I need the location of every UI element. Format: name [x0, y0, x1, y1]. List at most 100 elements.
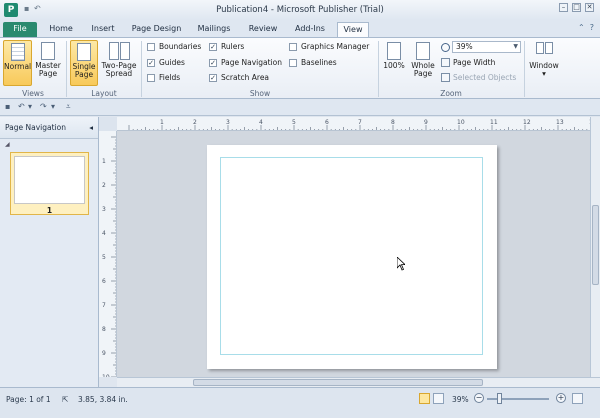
- minimize-button[interactable]: –: [559, 3, 568, 12]
- expand-section-icon[interactable]: ◢: [0, 139, 98, 150]
- show-group-label: Show: [249, 89, 271, 98]
- ribbon-help-controls: ⌃ ?: [578, 23, 594, 32]
- checkbox-checked-icon: ✓: [147, 58, 155, 67]
- ruler-label: 1: [160, 119, 164, 126]
- ruler-label: 9: [102, 350, 106, 357]
- nav-pane-header: Page Navigation ◂: [0, 117, 98, 139]
- vertical-ruler[interactable]: 1 2 3 4 5 6 7 8 9 10: [99, 131, 117, 377]
- ribbon-tab-bar: File Home Insert Page Design Mailings Re…: [0, 20, 600, 37]
- ruler-corner[interactable]: [99, 117, 117, 131]
- save-icon[interactable]: ▪: [5, 102, 10, 111]
- master-page-button[interactable]: Master Page: [33, 40, 63, 86]
- ruler-label: 13: [556, 119, 564, 126]
- page-width-button[interactable]: Page Width: [441, 58, 495, 67]
- guides-checkbox[interactable]: ✓ Guides: [147, 58, 185, 67]
- thumbnail-page-number: 1: [46, 206, 53, 215]
- redo-icon[interactable]: ↷: [40, 102, 47, 111]
- checkbox-checked-icon: ✓: [209, 42, 217, 51]
- two-page-view-button[interactable]: [433, 393, 444, 404]
- boundaries-checkbox[interactable]: Boundaries: [147, 42, 201, 51]
- ruler-label: 3: [102, 206, 106, 213]
- status-bar: Page: 1 of 1 ⇱ 3.85, 3.84 in. 39% − +: [0, 387, 600, 418]
- scratch-area[interactable]: [117, 131, 590, 377]
- vertical-ruler-ticks: 1 2 3 4 5 6 7 8 9 10: [102, 136, 116, 377]
- single-page-view-button[interactable]: [419, 393, 430, 404]
- tab-insert[interactable]: Insert: [84, 22, 122, 37]
- window-title: Publication4 - Microsoft Publisher (Tria…: [216, 5, 384, 15]
- tab-view[interactable]: View: [337, 22, 369, 37]
- close-button[interactable]: ✕: [585, 3, 594, 12]
- horizontal-scrollbar[interactable]: [117, 377, 600, 387]
- normal-view-button[interactable]: Normal: [3, 40, 32, 86]
- margin-guides: [220, 157, 483, 355]
- page-indicator[interactable]: Page: 1 of 1: [6, 395, 51, 404]
- magnifier-icon: [441, 43, 450, 52]
- publication-page[interactable]: [207, 145, 497, 369]
- undo-icon[interactable]: ↶: [18, 102, 25, 111]
- chevron-down-icon: ▾: [542, 69, 546, 78]
- group-separator: [141, 41, 142, 97]
- group-separator: [378, 41, 379, 97]
- ruler-label: 2: [193, 119, 197, 126]
- ribbon-collapse-icon[interactable]: ⌃: [578, 23, 585, 32]
- horizontal-ruler-ticks: 1234567891011121314: [128, 119, 590, 130]
- tab-mailings[interactable]: Mailings: [190, 22, 238, 37]
- two-page-spread-button[interactable]: Two-Page Spread: [100, 40, 138, 86]
- whole-page-button[interactable]: Whole Page: [409, 40, 437, 86]
- ruler-label: 8: [102, 326, 106, 333]
- tab-home[interactable]: Home: [43, 22, 79, 37]
- horizontal-ruler[interactable]: 1234567891011121314: [117, 117, 590, 131]
- zoom-select[interactable]: 39% ▼: [452, 41, 521, 53]
- ruler-label: 8: [391, 119, 395, 126]
- scratch-area-checkbox[interactable]: ✓ Scratch Area: [209, 73, 269, 82]
- tab-review[interactable]: Review: [243, 22, 283, 37]
- vertical-scroll-thumb[interactable]: [592, 205, 599, 285]
- zoom-in-button[interactable]: +: [556, 393, 566, 403]
- rulers-checkbox[interactable]: ✓ Rulers: [209, 42, 244, 51]
- zoom-level[interactable]: 39%: [452, 395, 469, 404]
- ruler-label: 1: [102, 158, 106, 165]
- fit-page-icon[interactable]: [572, 393, 583, 404]
- tab-add-ins[interactable]: Add-Ins: [288, 22, 332, 37]
- window-controls: – □ ✕: [559, 3, 594, 12]
- vertical-scrollbar[interactable]: [590, 117, 600, 377]
- ruler-label: 5: [102, 254, 106, 261]
- zoom-group-label: Zoom: [440, 89, 462, 98]
- mouse-pointer-icon: [397, 257, 405, 271]
- help-icon[interactable]: ?: [590, 23, 594, 32]
- single-page-icon: [77, 43, 91, 61]
- ruler-label: 6: [102, 278, 106, 285]
- ruler-label: 6: [325, 119, 329, 126]
- customize-qat-icon[interactable]: ⩡: [66, 102, 71, 112]
- window-menu-button[interactable]: Window ▾: [528, 40, 560, 86]
- redo-dropdown-icon[interactable]: ▾: [51, 102, 55, 111]
- fields-checkbox[interactable]: Fields: [147, 73, 180, 82]
- zoom-out-button[interactable]: −: [474, 393, 484, 403]
- page-thumbnail[interactable]: 1: [10, 152, 89, 215]
- undo-dropdown-icon[interactable]: ▾: [28, 102, 32, 111]
- maximize-button[interactable]: □: [572, 3, 581, 12]
- cursor-position: 3.85, 3.84 in.: [78, 395, 128, 404]
- tab-file[interactable]: File: [3, 22, 37, 37]
- ruler-label: 5: [292, 119, 296, 126]
- graphics-manager-checkbox[interactable]: Graphics Manager: [289, 42, 369, 51]
- horizontal-scroll-thumb[interactable]: [193, 379, 483, 386]
- zoom-slider-knob[interactable]: [497, 393, 502, 404]
- single-page-button[interactable]: Single Page: [70, 40, 98, 86]
- ruler-label: 7: [358, 119, 362, 126]
- tab-page-design[interactable]: Page Design: [128, 22, 185, 37]
- group-separator: [66, 41, 67, 97]
- ruler-label: 2: [102, 182, 106, 189]
- collapse-pane-icon[interactable]: ◂: [89, 123, 93, 132]
- zoom-magnifier[interactable]: [441, 43, 450, 52]
- baselines-checkbox[interactable]: Baselines: [289, 58, 337, 67]
- page-navigation-checkbox[interactable]: ✓ Page Navigation: [209, 58, 282, 67]
- checkbox-unchecked-icon: [289, 58, 297, 67]
- title-bar: P ▪ ↶ Publication4 - Microsoft Publisher…: [0, 0, 600, 20]
- checkbox-unchecked-icon: [147, 73, 155, 82]
- two-page-spread-icon: [108, 42, 130, 60]
- page-width-icon: [441, 58, 450, 67]
- cursor-position-icon: ⇱: [62, 395, 69, 404]
- checkbox-unchecked-icon: [147, 42, 155, 51]
- zoom-100-button[interactable]: 100%: [382, 40, 406, 86]
